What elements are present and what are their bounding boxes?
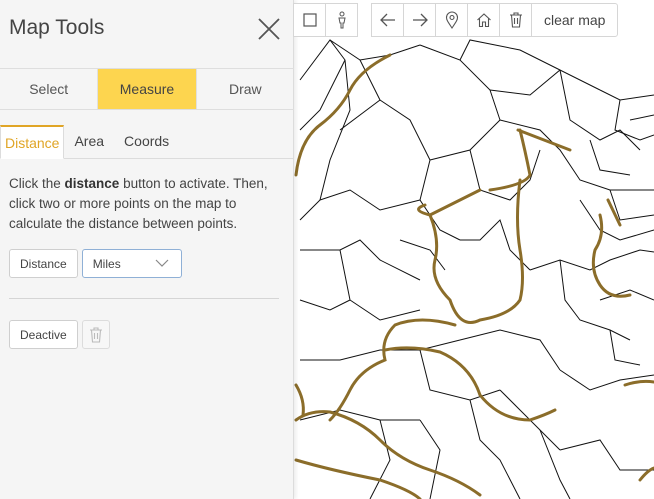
distance-button[interactable]: Distance: [9, 249, 78, 278]
delete-button[interactable]: [499, 3, 532, 37]
units-select[interactable]: Miles: [81, 249, 182, 278]
distance-controls: Distance Miles: [9, 249, 182, 278]
tab-distance[interactable]: Distance: [0, 125, 65, 159]
forward-button[interactable]: [403, 3, 436, 37]
clear-measure-button[interactable]: [81, 320, 110, 349]
trash-icon: [509, 12, 522, 28]
tab-draw[interactable]: Draw: [197, 69, 294, 109]
measure-sub-tabs: Distance Area Coords: [0, 125, 294, 159]
clear-map-button[interactable]: clear map: [531, 3, 619, 37]
close-button[interactable]: [254, 16, 284, 44]
main-tabs: Select Measure Draw: [0, 68, 294, 110]
close-icon: [258, 18, 280, 40]
back-button[interactable]: [371, 3, 404, 37]
divider: [9, 298, 279, 299]
person-icon: [337, 11, 346, 29]
arrow-left-icon: [379, 13, 395, 27]
square-select-icon: [302, 13, 317, 27]
home-button[interactable]: [467, 3, 500, 37]
arrow-right-icon: [412, 13, 428, 27]
units-select-value: Miles: [92, 256, 121, 271]
toolbar-gap: [358, 3, 372, 37]
home-icon: [476, 13, 491, 28]
map-toolbar: clear map: [293, 3, 619, 37]
map-pin-icon: [445, 11, 458, 29]
deactive-button[interactable]: Deactive: [9, 320, 78, 349]
trash-icon: [89, 326, 102, 343]
tab-area[interactable]: Area: [64, 124, 114, 158]
panel-header: Map Tools: [0, 0, 293, 58]
tab-select[interactable]: Select: [0, 69, 99, 109]
identify-button[interactable]: [325, 3, 358, 37]
chevron-down-icon: [155, 259, 169, 267]
help-text: Click the distance button to activate. T…: [9, 174, 287, 234]
panel-title: Map Tools: [9, 16, 105, 39]
location-button[interactable]: [435, 3, 468, 37]
tab-measure[interactable]: Measure: [98, 69, 197, 109]
map-tools-panel: Map Tools Select Measure Draw Distance A…: [0, 0, 294, 499]
select-box-button[interactable]: [293, 3, 326, 37]
measure-actions: Deactive: [9, 320, 110, 349]
help-text-bold: distance: [64, 176, 120, 191]
help-text-prefix: Click the: [9, 176, 65, 191]
tab-coords[interactable]: Coords: [114, 124, 179, 158]
